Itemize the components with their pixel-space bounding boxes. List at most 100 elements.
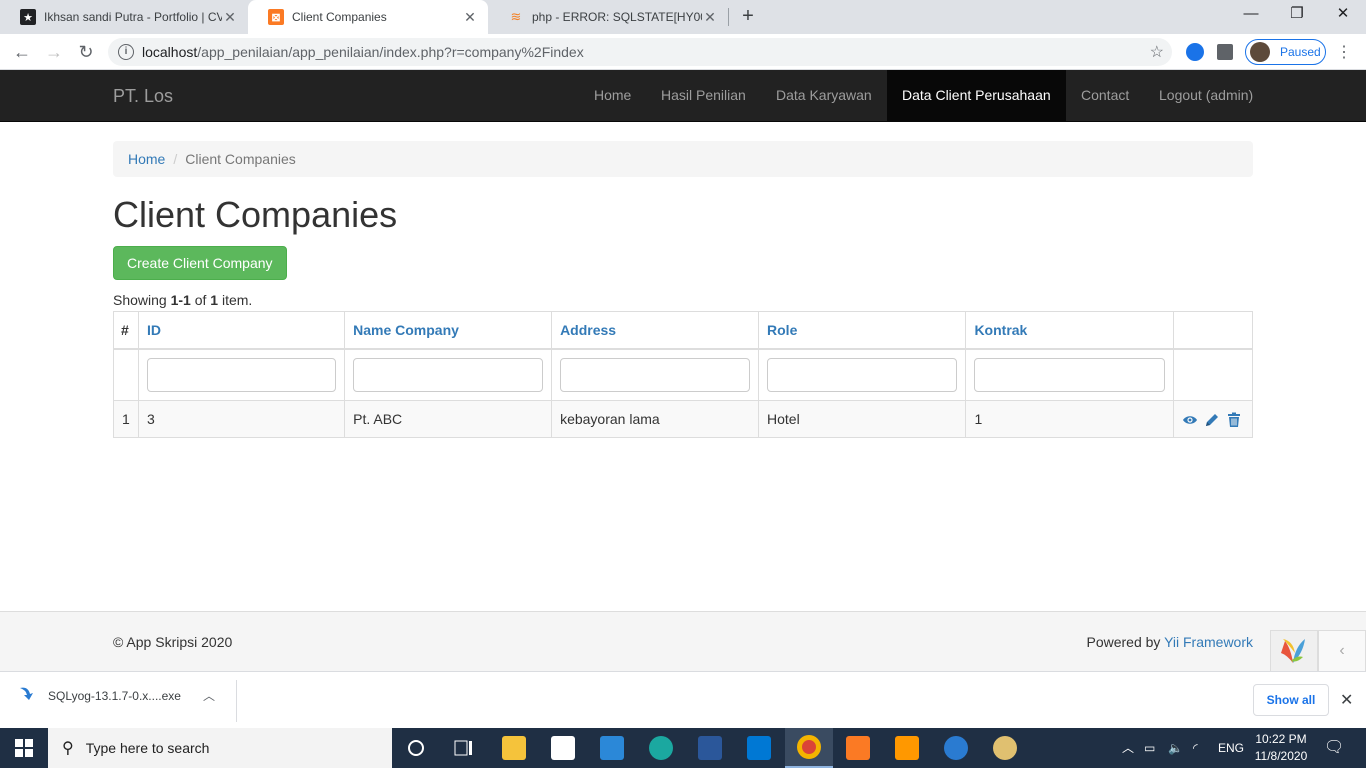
nav-item-contact[interactable]: Contact bbox=[1066, 70, 1144, 121]
nav-item-logout[interactable]: Logout (admin) bbox=[1144, 70, 1268, 121]
powered-prefix: Powered by bbox=[1086, 634, 1165, 650]
forward-arrow-icon[interactable]: → bbox=[42, 40, 66, 64]
tab-title: Ikhsan sandi Putra - Portfolio | CV bbox=[44, 10, 222, 24]
footer-powered-by: Powered by Yii Framework bbox=[1086, 634, 1253, 650]
browser-tab-portfolio[interactable]: ★ Ikhsan sandi Putra - Portfolio | CV ✕ bbox=[0, 0, 248, 34]
task-view-icon[interactable] bbox=[440, 728, 488, 768]
breadcrumb-current: Client Companies bbox=[185, 151, 296, 167]
filter-cell-empty bbox=[113, 348, 139, 401]
chevron-up-icon[interactable]: ︿ bbox=[203, 687, 215, 704]
browser-tab-client-companies[interactable]: ⊠ Client Companies ✕ bbox=[248, 0, 488, 34]
microsoft-store-icon[interactable] bbox=[539, 728, 587, 768]
summary-prefix: Showing bbox=[113, 292, 171, 308]
download-bar: SQLyog-13.1.7-0.x....exe ︿ Show all ✕ bbox=[0, 671, 1366, 728]
cortana-icon[interactable] bbox=[392, 728, 440, 768]
url-host: localhost bbox=[142, 44, 198, 60]
grid-header-row: # ID Name Company Address Role Kontrak bbox=[113, 311, 1253, 350]
browser-toolbar: ← → ↻ i localhost/app_penilaian/app_peni… bbox=[0, 34, 1366, 70]
nav-item-hasil-penilian[interactable]: Hasil Penilian bbox=[646, 70, 761, 121]
edge-browser-icon[interactable] bbox=[637, 728, 685, 768]
close-window-button[interactable]: ✕ bbox=[1320, 0, 1366, 30]
view-eye-icon[interactable] bbox=[1182, 412, 1198, 428]
new-tab-button[interactable]: + bbox=[736, 5, 760, 29]
nav-item-home[interactable]: Home bbox=[579, 70, 646, 121]
close-tab-icon[interactable]: ✕ bbox=[222, 9, 238, 26]
close-tab-icon[interactable]: ✕ bbox=[702, 9, 718, 26]
input-language[interactable]: ENG bbox=[1218, 728, 1244, 768]
column-header-kontrak[interactable]: Kontrak bbox=[965, 311, 1175, 350]
column-header-number: # bbox=[113, 311, 139, 350]
xampp-icon[interactable] bbox=[834, 728, 882, 768]
reload-icon[interactable]: ↻ bbox=[74, 40, 98, 64]
table-row: 1 3 Pt. ABC kebayoran lama Hotel 1 bbox=[113, 400, 1253, 438]
windows-taskbar: ⚲ Type here to search ︿ ▭ 🔈 ◜ ENG 10:22 … bbox=[0, 728, 1366, 768]
notification-center-icon[interactable]: 🗨 bbox=[1324, 728, 1344, 768]
clock-time: 10:22 PM bbox=[1255, 732, 1307, 746]
address-bar[interactable]: i localhost/app_penilaian/app_penilaian/… bbox=[108, 38, 1172, 66]
show-hidden-icons-chevron-icon[interactable]: ︿ bbox=[1122, 728, 1134, 768]
create-client-company-button[interactable]: Create Client Company bbox=[113, 246, 287, 280]
yii-framework-link[interactable]: Yii Framework bbox=[1164, 634, 1253, 650]
restore-button[interactable]: ❐ bbox=[1274, 0, 1320, 30]
filter-address-input[interactable] bbox=[560, 357, 751, 392]
paint-icon[interactable] bbox=[981, 728, 1029, 768]
back-arrow-icon[interactable]: ← bbox=[10, 40, 34, 64]
brand-link[interactable]: PT. Los bbox=[113, 86, 173, 107]
taskbar-search-box[interactable]: ⚲ Type here to search bbox=[48, 728, 392, 768]
cell-kontrak: 1 bbox=[965, 400, 1175, 438]
filter-cell bbox=[965, 348, 1175, 401]
filter-name-company-input[interactable] bbox=[353, 357, 544, 392]
column-header-address[interactable]: Address bbox=[551, 311, 760, 350]
word-icon[interactable] bbox=[686, 728, 734, 768]
download-item[interactable]: SQLyog-13.1.7-0.x....exe ︿ bbox=[18, 684, 215, 707]
volume-icon[interactable]: 🔈 bbox=[1168, 728, 1183, 768]
tab-title: Client Companies bbox=[292, 10, 387, 24]
browser-menu-icon[interactable]: ⋮ bbox=[1336, 42, 1352, 62]
summary-range: 1-1 bbox=[170, 292, 191, 308]
column-header-role[interactable]: Role bbox=[758, 311, 967, 350]
yii-debug-logo-icon[interactable] bbox=[1270, 630, 1318, 672]
nav-item-data-client-perusahaan[interactable]: Data Client Perusahaan bbox=[887, 70, 1066, 121]
filter-role-input[interactable] bbox=[767, 357, 958, 392]
puzzle-extensions-icon[interactable] bbox=[1217, 44, 1233, 60]
wifi-icon[interactable]: ◜ bbox=[1193, 728, 1198, 768]
cell-actions bbox=[1173, 400, 1253, 438]
breadcrumb-home-link[interactable]: Home bbox=[128, 151, 165, 167]
battery-icon[interactable]: ▭ bbox=[1144, 728, 1155, 768]
site-info-icon[interactable]: i bbox=[118, 44, 134, 60]
browser-tab-stackoverflow[interactable]: ≋ php - ERROR: SQLSTATE[HY000] [ ✕ bbox=[488, 0, 728, 34]
close-tab-icon[interactable]: ✕ bbox=[462, 9, 478, 26]
filter-cell bbox=[551, 348, 760, 401]
column-header-id[interactable]: ID bbox=[137, 311, 346, 350]
chrome-icon[interactable] bbox=[785, 728, 833, 768]
windows-start-icon[interactable] bbox=[0, 728, 48, 768]
stackoverflow-favicon-icon: ≋ bbox=[510, 9, 522, 24]
edit-pencil-icon[interactable] bbox=[1204, 412, 1220, 428]
profile-paused-button[interactable]: Paused bbox=[1245, 39, 1326, 65]
filter-kontrak-input[interactable] bbox=[974, 357, 1166, 392]
delete-trash-icon[interactable] bbox=[1226, 412, 1242, 428]
grid-summary: Showing 1-1 of 1 item. bbox=[113, 292, 252, 308]
sqlyog-icon[interactable] bbox=[932, 728, 980, 768]
file-explorer-icon[interactable] bbox=[490, 728, 538, 768]
minimize-button[interactable]: — bbox=[1228, 0, 1274, 30]
tab-separator bbox=[728, 8, 729, 26]
system-clock[interactable]: 10:22 PM 11/8/2020 bbox=[1246, 731, 1316, 765]
show-all-downloads-button[interactable]: Show all bbox=[1253, 684, 1329, 716]
vscode-icon[interactable] bbox=[735, 728, 783, 768]
nav-item-data-karyawan[interactable]: Data Karyawan bbox=[761, 70, 887, 121]
close-download-bar-icon[interactable]: ✕ bbox=[1340, 690, 1353, 710]
installer-arrow-icon bbox=[18, 684, 34, 707]
summary-suffix: item. bbox=[218, 292, 253, 308]
column-header-name-company[interactable]: Name Company bbox=[344, 311, 553, 350]
extension-icon[interactable] bbox=[1186, 43, 1204, 61]
footer-copyright: © App Skripsi 2020 bbox=[113, 634, 233, 650]
bookmark-star-icon[interactable]: ☆ bbox=[1150, 42, 1164, 62]
mail-icon[interactable] bbox=[588, 728, 636, 768]
avatar bbox=[1250, 42, 1270, 62]
star-favicon-icon: ★ bbox=[20, 9, 36, 25]
filter-id-input[interactable] bbox=[146, 357, 337, 392]
sublime-text-icon[interactable] bbox=[883, 728, 931, 768]
site-navbar: PT. Los Home Hasil Penilian Data Karyawa… bbox=[0, 70, 1366, 122]
yii-debug-toggle-chevron-icon[interactable]: ‹ bbox=[1318, 630, 1366, 672]
